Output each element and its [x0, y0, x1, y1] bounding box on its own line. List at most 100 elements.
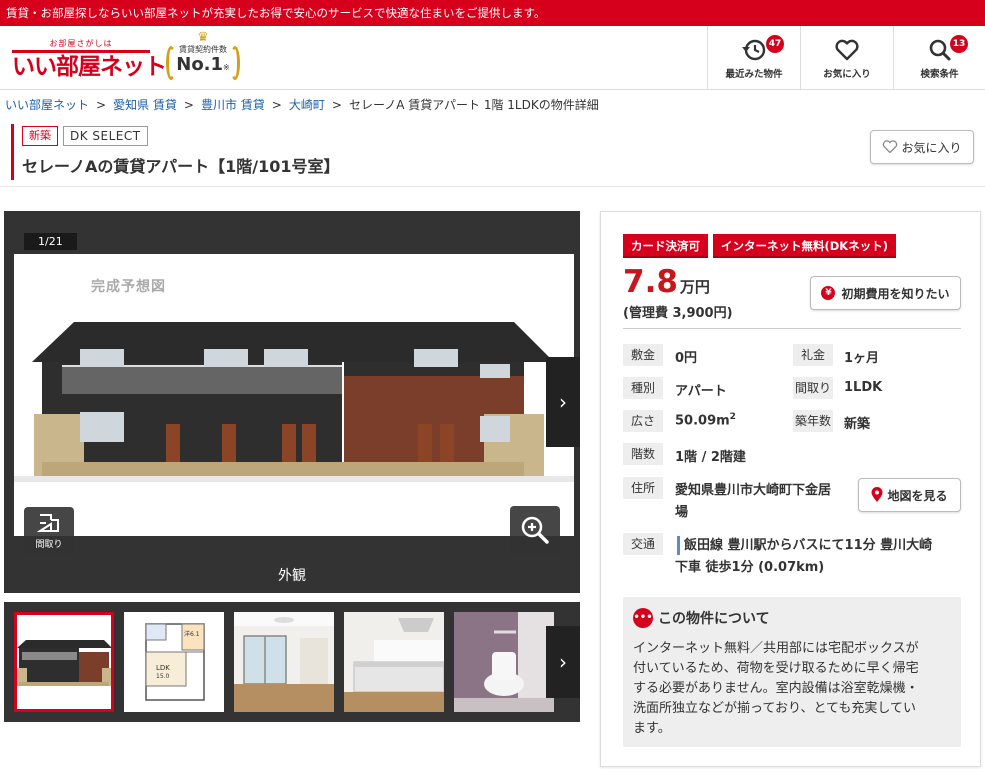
thumbnail-living-room[interactable] — [234, 612, 334, 712]
site-logo[interactable]: お部屋さがしは いい部屋ネット — [12, 38, 167, 80]
photo-caption: 外観 — [278, 568, 306, 584]
logo-tagline: お部屋さがしは — [49, 39, 113, 48]
add-favorite-label: お気に入り — [901, 140, 962, 155]
main-photo[interactable]: 完成予想図 — [14, 254, 574, 536]
thumbnail-toilet[interactable] — [454, 612, 554, 712]
deposit-label: 敷金 — [623, 344, 663, 366]
floor-label: 階数 — [623, 443, 663, 465]
crown-icon: ♛ — [197, 30, 209, 45]
floor-value: 1階 / 2階建 — [675, 450, 746, 465]
area-label: 広さ — [623, 410, 663, 432]
floorplan-button[interactable]: 間取り — [24, 507, 74, 555]
history-icon — [742, 39, 766, 61]
key-money-value: 1ヶ月 — [844, 351, 880, 366]
breadcrumb-separator: > — [183, 98, 194, 112]
heart-icon — [835, 39, 859, 61]
laurel-left-icon — [166, 46, 176, 80]
breadcrumb-home[interactable]: いい部屋ネット — [5, 98, 89, 112]
management-fee: (管理費 3,900円) — [623, 306, 733, 321]
page-title: セレーノAの賃貸アパート【1階/101号室】 — [22, 157, 340, 176]
plan-room-label: 洋6.1 — [184, 630, 200, 638]
price-divider — [623, 328, 961, 329]
map-pin-icon — [871, 487, 883, 502]
heart-icon — [883, 140, 898, 154]
about-line: する必要がありません。室内設備は浴室乾燥機・ — [633, 681, 919, 696]
floorplan-label: 間取り — [35, 540, 63, 550]
brand-tag: DK SELECT — [63, 126, 148, 146]
breadcrumb-town[interactable]: 大崎町 — [289, 98, 325, 112]
breadcrumb-city[interactable]: 豊川市 賃貸 — [201, 98, 265, 112]
recent-count-badge: 47 — [766, 35, 784, 53]
about-property-box: ••• この物件について インターネット無料／共用部には宅配ボックスが 付いてい… — [623, 597, 961, 747]
zoom-in-icon — [521, 516, 549, 544]
laurel-right-icon — [230, 46, 240, 80]
photo-watermark: 完成予想図 — [91, 279, 166, 295]
type-value: アパート — [675, 384, 727, 399]
key-money-label: 礼金 — [793, 344, 833, 366]
about-line: 付いているため、荷物を受け取るために早く帰宅 — [633, 661, 919, 676]
exterior-thumb-image — [14, 612, 114, 712]
transit-line-marker — [677, 536, 680, 555]
transit-label: 交通 — [623, 533, 663, 555]
view-map-button[interactable]: 地図を見る — [858, 478, 961, 512]
title-divider — [0, 186, 985, 187]
thumbnail-kitchen[interactable] — [344, 612, 444, 712]
breadcrumb-separator: > — [331, 98, 342, 112]
search-count-badge: 13 — [950, 35, 968, 53]
initial-cost-label: 初期費用を知りたい — [841, 286, 950, 301]
chat-bubble-icon: ••• — [633, 608, 653, 628]
rent-price: 7.8 万円 — [623, 264, 710, 300]
building-age-value: 新築 — [844, 417, 871, 432]
breadcrumb: いい部屋ネット > 愛知県 賃貸 > 豊川市 賃貸 > 大崎町 > セレーノA 賃貸アパート 1… — [0, 90, 985, 120]
breadcrumb-current: セレーノA 賃貸アパート 1階 1LDKの物件詳細 — [348, 98, 599, 112]
next-photo-button[interactable]: › — [546, 357, 580, 447]
thumbnail-strip: LDK 15.0 洋6.1 › — [4, 602, 580, 722]
about-line: インターネット無料／共用部には宅配ボックスが — [633, 641, 919, 656]
zoom-button[interactable] — [510, 506, 560, 554]
nav-favorites[interactable]: お気に入り — [800, 26, 893, 90]
plan-ldk-size: 15.0 — [156, 673, 170, 680]
initial-cost-button[interactable]: ¥ 初期費用を知りたい — [810, 276, 961, 310]
about-line: ます。 — [633, 721, 671, 736]
thumbnail-exterior[interactable] — [14, 612, 114, 712]
yen-icon: ¥ — [821, 286, 836, 300]
nav-recently-viewed-label: 最近みた物件 — [725, 69, 783, 80]
address-value: 愛知県豊川市大崎町下金居場 — [675, 483, 832, 520]
photo-gallery: 1/21 完成予想図 › 間取り 外観 — [4, 211, 580, 593]
type-label: 種別 — [623, 377, 663, 399]
building-exterior-image — [14, 254, 574, 536]
photo-counter: 1/21 — [24, 233, 77, 250]
breadcrumb-prefecture[interactable]: 愛知県 賃貸 — [113, 98, 177, 112]
about-line: 洗面所独立などが揃っており、とても充実してい — [633, 701, 917, 716]
free-internet-badge: インターネット無料(DKネット) — [713, 234, 896, 258]
deposit-value: 0円 — [675, 351, 698, 366]
feature-badges: カード決済可 インターネット無料(DKネット) — [623, 234, 896, 258]
thumbnail-floorplan[interactable]: LDK 15.0 洋6.1 — [124, 612, 224, 712]
about-property-title: ••• この物件について — [633, 608, 770, 628]
header-nav: 47 最近みた物件 お気に入り 13 検索条件 — [707, 26, 985, 90]
about-property-text: インターネット無料／共用部には宅配ボックスが 付いているため、荷物を受け取るため… — [633, 639, 953, 739]
breadcrumb-separator: > — [96, 98, 107, 112]
logo-name: いい部屋ネット — [12, 54, 167, 80]
living-room-thumb-image — [234, 612, 334, 712]
chevron-right-icon: › — [559, 650, 567, 674]
rent-unit: 万円 — [679, 278, 710, 296]
building-age-label: 築年数 — [793, 410, 833, 432]
toilet-thumb-image — [454, 612, 554, 712]
site-header: お部屋さがしは いい部屋ネット ♛ 賃貸契約件数 No.1※ 47 最近みた物件… — [0, 26, 985, 90]
add-favorite-button[interactable]: お気に入り — [870, 130, 974, 164]
property-tags: 新築 DK SELECT — [22, 126, 148, 146]
about-property-heading: この物件について — [658, 611, 770, 627]
nav-recently-viewed[interactable]: 47 最近みた物件 — [707, 26, 800, 90]
nav-favorites-label: お気に入り — [823, 69, 871, 80]
floorplan-thumb-image: LDK 15.0 洋6.1 — [124, 612, 224, 712]
nav-search-conditions[interactable]: 13 検索条件 — [893, 26, 985, 90]
rent-value: 7.8 — [623, 264, 678, 300]
next-thumbnails-button[interactable]: › — [546, 626, 580, 698]
layout-label: 間取り — [793, 377, 833, 399]
new-build-tag: 新築 — [22, 126, 58, 146]
nav-search-conditions-label: 検索条件 — [920, 69, 959, 80]
view-map-label: 地図を見る — [887, 488, 948, 503]
kitchen-thumb-image — [344, 612, 444, 712]
top-announcement-bar: 賃貸・お部屋探しならいい部屋ネットが充実したお得で安心のサービスで快適な住まいを… — [0, 0, 985, 26]
